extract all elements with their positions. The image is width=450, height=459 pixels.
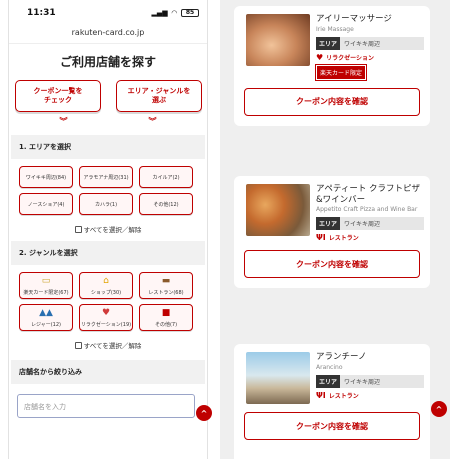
genre-line: ΨI レストラン [316, 233, 424, 242]
screenshot-frame: 11:31 ▂▄▆ ◠ 85 rakuten-card.co.jp ご利用店舗を… [0, 0, 450, 459]
results-panel: アイリーマッサージ Irie Massage エリア ワイキキ周辺 ♥ リラクゼ… [220, 0, 450, 459]
area-tag: エリア [316, 217, 341, 231]
rakuten-card-badge: 楽天カード限定 [314, 63, 368, 81]
jump-buttons: クーポン一覧を チェック エリア・ジャンルを 選ぶ [9, 80, 207, 112]
chevron-down-icon: ︾ [59, 117, 68, 126]
fork-knife-icon: ΨI [316, 233, 326, 243]
area-genre-button[interactable]: エリア・ジャンルを 選ぶ [116, 80, 202, 112]
shop-card: アランチーノ Arancino エリア ワイキキ周辺 ΨI レストラン クーポン… [234, 344, 430, 459]
battery-icon: 85 [181, 9, 199, 17]
shop-name-en: Irie Massage [316, 25, 354, 33]
genre-option-relaxation[interactable]: ♥ リラクゼーション(19) [79, 304, 133, 331]
coupon-detail-button[interactable]: クーポン内容を確認 [244, 250, 420, 279]
coupon-detail-button[interactable]: クーポン内容を確認 [244, 87, 420, 116]
genre-label: レストラン [328, 235, 359, 243]
genre-option-label: その他(7) [154, 321, 178, 328]
relaxation-icon: ♥ [101, 307, 111, 318]
area-value: ワイキキ周辺 [340, 217, 424, 231]
search-panel: 11:31 ▂▄▆ ◠ 85 rakuten-card.co.jp ご利用店舗を… [8, 0, 208, 459]
scroll-top-button[interactable]: ^ [196, 405, 212, 421]
shop-summary[interactable]: アイリーマッサージ Irie Massage エリア ワイキキ周辺 ♥ リラクゼ… [234, 6, 430, 81]
area-genre-button-label: エリア・ジャンルを 選ぶ [127, 86, 191, 104]
genre-option-label: 楽天カード限定(67) [23, 289, 69, 296]
chevron-down-icon: ︾ [148, 117, 157, 126]
genre-option-leisure[interactable]: ▲▲ レジャー(12) [19, 304, 73, 331]
fork-knife-icon: ΨI [316, 390, 326, 400]
genre-option-shop[interactable]: ⌂ ショップ(30) [79, 272, 133, 299]
genre-section-heading: 2. ジャンルを選択 [11, 241, 205, 265]
area-tag: エリア [316, 36, 341, 50]
area-option-kahala[interactable]: カハラ(1) [79, 193, 133, 215]
genre-option-card[interactable]: ▭ 楽天カード限定(67) [19, 272, 73, 299]
area-options: ワイキキ周辺(84) アラモアナ周辺(31) カイルア(2) ノースショア(4)… [9, 159, 207, 220]
area-tag: エリア [316, 374, 341, 388]
area-option-kailua[interactable]: カイルア(2) [139, 166, 193, 188]
chevron-up-icon: ^ [435, 404, 443, 414]
area-option-alamoana[interactable]: アラモアナ周辺(31) [79, 166, 133, 188]
area-row: エリア ワイキキ周辺 [316, 217, 424, 231]
area-option-waikiki[interactable]: ワイキキ周辺(84) [19, 166, 73, 188]
genre-select-all-label: すべてを選択／解除 [83, 342, 142, 350]
genre-option-restaurant[interactable]: ▬ レストラン(68) [139, 272, 193, 299]
shop-name[interactable]: アランチーノ [316, 352, 424, 363]
wifi-icon: ◠ [171, 9, 177, 17]
page-title: ご利用店舗を探す [59, 55, 156, 69]
shop-photo [246, 14, 310, 66]
shop-icon: ⌂ [103, 275, 109, 286]
name-section-heading: 店舗名から絞り込み [11, 360, 205, 384]
coupon-detail-button[interactable]: クーポン内容を確認 [244, 412, 420, 440]
scroll-top-button[interactable]: ^ [431, 401, 447, 417]
area-row: エリア ワイキキ周辺 [316, 374, 424, 388]
shop-summary[interactable]: アペティート クラフトピザ&ワインバー Appetito Craft Pizza… [234, 176, 430, 242]
chevron-row: ︾ ︾ [9, 112, 207, 135]
status-icons: ▂▄▆ ◠ 85 [151, 9, 199, 17]
area-select-all[interactable]: すべてを選択／解除 [9, 220, 207, 241]
shop-name-input[interactable]: 店舗名を入力 [17, 394, 195, 418]
genre-options: ▭ 楽天カード限定(67) ⌂ ショップ(30) ▬ レストラン(68) ▲▲ … [9, 265, 207, 336]
genre-label: レストラン [328, 392, 359, 400]
shop-photo [246, 184, 310, 236]
heart-icon: ♥ [316, 52, 324, 62]
coupon-list-button-label: クーポン一覧を チェック [33, 86, 83, 104]
shop-photo [246, 352, 310, 404]
chevron-up-icon: ^ [200, 408, 208, 418]
area-option-other[interactable]: その他(12) [139, 193, 193, 215]
genre-option-label: ショップ(30) [90, 289, 122, 296]
genre-option-label: レジャー(12) [30, 321, 61, 328]
shop-name[interactable]: アイリーマッサージ [316, 14, 424, 25]
shop-name-en: Arancino [316, 363, 343, 371]
genre-option-label: リラクゼーション(19) [80, 321, 132, 328]
gift-icon: ■ [161, 307, 171, 318]
checkbox-icon[interactable] [74, 341, 82, 349]
coupon-list-button[interactable]: クーポン一覧を チェック [15, 80, 101, 112]
url-bar[interactable]: rakuten-card.co.jp [9, 26, 207, 44]
area-value: ワイキキ周辺 [340, 36, 424, 50]
shop-info: アイリーマッサージ Irie Massage エリア ワイキキ周辺 ♥ リラクゼ… [314, 14, 424, 81]
area-select-all-label: すべてを選択／解除 [83, 226, 142, 234]
genre-option-label: レストラン(68) [148, 289, 184, 296]
shop-card: アペティート クラフトピザ&ワインバー Appetito Craft Pizza… [234, 176, 430, 289]
signal-icon: ▂▄▆ [151, 9, 168, 17]
checkbox-icon[interactable] [74, 225, 82, 233]
area-section-heading: 1. エリアを選択 [11, 135, 205, 159]
leisure-icon: ▲▲ [39, 307, 53, 318]
status-bar: 11:31 ▂▄▆ ◠ 85 [9, 0, 207, 26]
genre-label: リラクゼーション [326, 54, 375, 62]
restaurant-icon: ▬ [161, 275, 171, 286]
shop-summary[interactable]: アランチーノ Arancino エリア ワイキキ周辺 ΨI レストラン [234, 344, 430, 404]
genre-option-other[interactable]: ■ その他(7) [139, 304, 193, 331]
status-time: 11:31 [27, 8, 56, 18]
shop-name[interactable]: アペティート クラフトピザ&ワインバー [316, 184, 424, 205]
shop-info: アペティート クラフトピザ&ワインバー Appetito Craft Pizza… [316, 184, 424, 242]
area-option-northshore[interactable]: ノースショア(4) [19, 193, 73, 215]
area-value: ワイキキ周辺 [340, 374, 424, 388]
shop-name-en: Appetito Craft Pizza and Wine Bar [316, 206, 418, 214]
genre-line: ♥ リラクゼーション [316, 53, 424, 62]
area-row: エリア ワイキキ周辺 [316, 36, 424, 50]
card-icon: ▭ [41, 275, 51, 286]
shop-card: アイリーマッサージ Irie Massage エリア ワイキキ周辺 ♥ リラクゼ… [234, 6, 430, 126]
shop-info: アランチーノ Arancino エリア ワイキキ周辺 ΨI レストラン [316, 352, 424, 404]
genre-line: ΨI レストラン [316, 391, 424, 400]
genre-select-all[interactable]: すべてを選択／解除 [9, 336, 207, 357]
